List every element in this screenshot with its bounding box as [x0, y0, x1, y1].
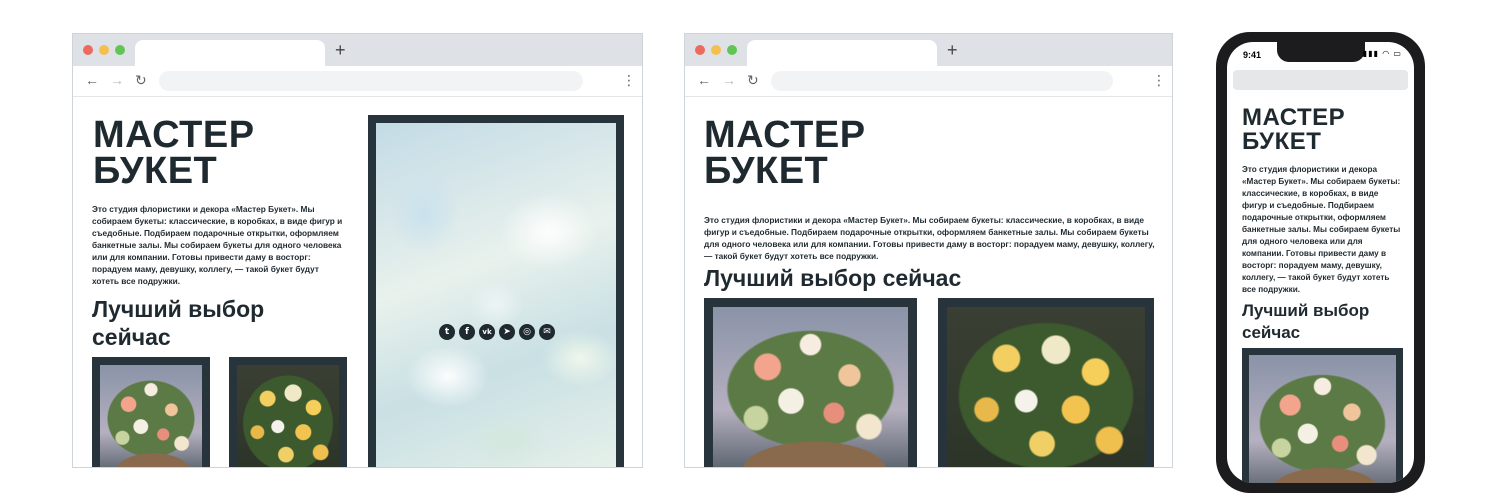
reload-icon[interactable]: ↻ [747, 71, 759, 89]
bouquet-card-2[interactable] [938, 298, 1154, 467]
bouquet-image-1 [713, 307, 908, 467]
reload-icon[interactable]: ↻ [135, 71, 147, 89]
tab-bar: + [685, 34, 1172, 66]
instagram-icon[interactable]: ◎ [519, 324, 535, 340]
maximize-window-button[interactable] [115, 45, 125, 55]
forward-arrow-icon[interactable]: → [110, 71, 124, 89]
twitter-icon[interactable]: t [439, 324, 455, 340]
browser-window-desktop-2: + ← → ↻ ⋮ МАСТЕР БУКЕТ Это студия флорис… [684, 33, 1173, 468]
minimize-window-button[interactable] [711, 45, 721, 55]
site-title: МАСТЕР БУКЕТ [93, 116, 255, 192]
page-viewport: МАСТЕР БУКЕТ Это студия флористики и дек… [73, 97, 642, 467]
browser-window-desktop-1: + ← → ↻ ⋮ МАСТЕР БУКЕТ Это студия флорис… [72, 33, 643, 468]
site-description: Это студия флористики и декора «Мастер Б… [92, 204, 343, 286]
phone-mockup: 9:41 ▮▮▮ ◠ ▭ МАСТЕР БУКЕТ Это студия фло… [1216, 32, 1425, 493]
browser-menu-icon[interactable]: ⋮ [622, 71, 636, 89]
site-title: МАСТЕР БУКЕТ [1242, 106, 1345, 154]
site-title-line-2: БУКЕТ [1242, 128, 1322, 155]
close-window-button[interactable] [83, 45, 93, 55]
social-links: t f vk ➤ ◎ ✉ [439, 324, 555, 340]
minimize-window-button[interactable] [99, 45, 109, 55]
status-icons: ▮▮▮ ◠ ▭ [1362, 49, 1402, 58]
site-description: Это студия флористики и декора «Мастер Б… [1242, 165, 1401, 294]
bouquet-image-1 [1249, 355, 1396, 483]
site-title-line-1: МАСТЕР [1242, 104, 1346, 131]
phone-notch [1277, 42, 1365, 62]
bouquet-card-1[interactable] [704, 298, 917, 467]
facebook-icon[interactable]: f [459, 324, 475, 340]
forward-arrow-icon[interactable]: → [722, 71, 736, 89]
mail-icon[interactable]: ✉ [539, 324, 555, 340]
bouquet-image-2 [947, 307, 1145, 467]
phone-screen: 9:41 ▮▮▮ ◠ ▭ МАСТЕР БУКЕТ Это студия фло… [1227, 42, 1414, 483]
back-arrow-icon[interactable]: ← [85, 71, 99, 89]
browser-tab[interactable] [135, 40, 325, 66]
hero-sidebar: t f vk ➤ ◎ ✉ [368, 115, 624, 467]
section-title-line-1: Лучший выбор [1242, 301, 1370, 320]
tab-bar: + [73, 34, 642, 66]
bouquet-card-1[interactable] [1242, 348, 1403, 483]
bouquet-card-2[interactable] [229, 357, 347, 467]
site-title: МАСТЕР БУКЕТ [704, 116, 866, 192]
bouquet-image-1 [100, 365, 202, 467]
section-title: Лучший выбор сейчас [704, 265, 962, 291]
site-title-line-2: БУКЕТ [704, 150, 829, 192]
new-tab-button[interactable]: + [947, 39, 958, 61]
section-title: Лучший выбор сейчас [92, 295, 264, 351]
section-title: Лучший выбор сейчас [1242, 300, 1369, 344]
address-bar[interactable] [771, 71, 1113, 91]
browser-tab[interactable] [747, 40, 937, 66]
phone-address-bar[interactable] [1233, 70, 1408, 90]
new-tab-button[interactable]: + [335, 39, 346, 61]
browser-toolbar: ← → ↻ ⋮ [73, 66, 642, 97]
site-title-line-2: БУКЕТ [93, 150, 218, 192]
close-window-button[interactable] [695, 45, 705, 55]
hydrangea-background-image [376, 123, 616, 467]
status-time: 9:41 [1243, 50, 1262, 60]
site-description: Это студия флористики и декора «Мастер Б… [704, 215, 1155, 261]
bouquet-card-1[interactable] [92, 357, 210, 467]
vk-icon[interactable]: vk [479, 324, 495, 340]
browser-toolbar: ← → ↻ ⋮ [685, 66, 1172, 97]
bouquet-image-2 [237, 365, 339, 467]
browser-menu-icon[interactable]: ⋮ [1152, 71, 1166, 89]
address-bar[interactable] [159, 71, 583, 91]
section-title-line-2: сейчас [1242, 323, 1301, 342]
telegram-icon[interactable]: ➤ [499, 324, 515, 340]
section-title-line-2: сейчас [92, 324, 171, 350]
back-arrow-icon[interactable]: ← [697, 71, 711, 89]
page-viewport: МАСТЕР БУКЕТ Это студия флористики и дек… [685, 97, 1172, 467]
section-title-line-1: Лучший выбор [92, 296, 265, 322]
maximize-window-button[interactable] [727, 45, 737, 55]
